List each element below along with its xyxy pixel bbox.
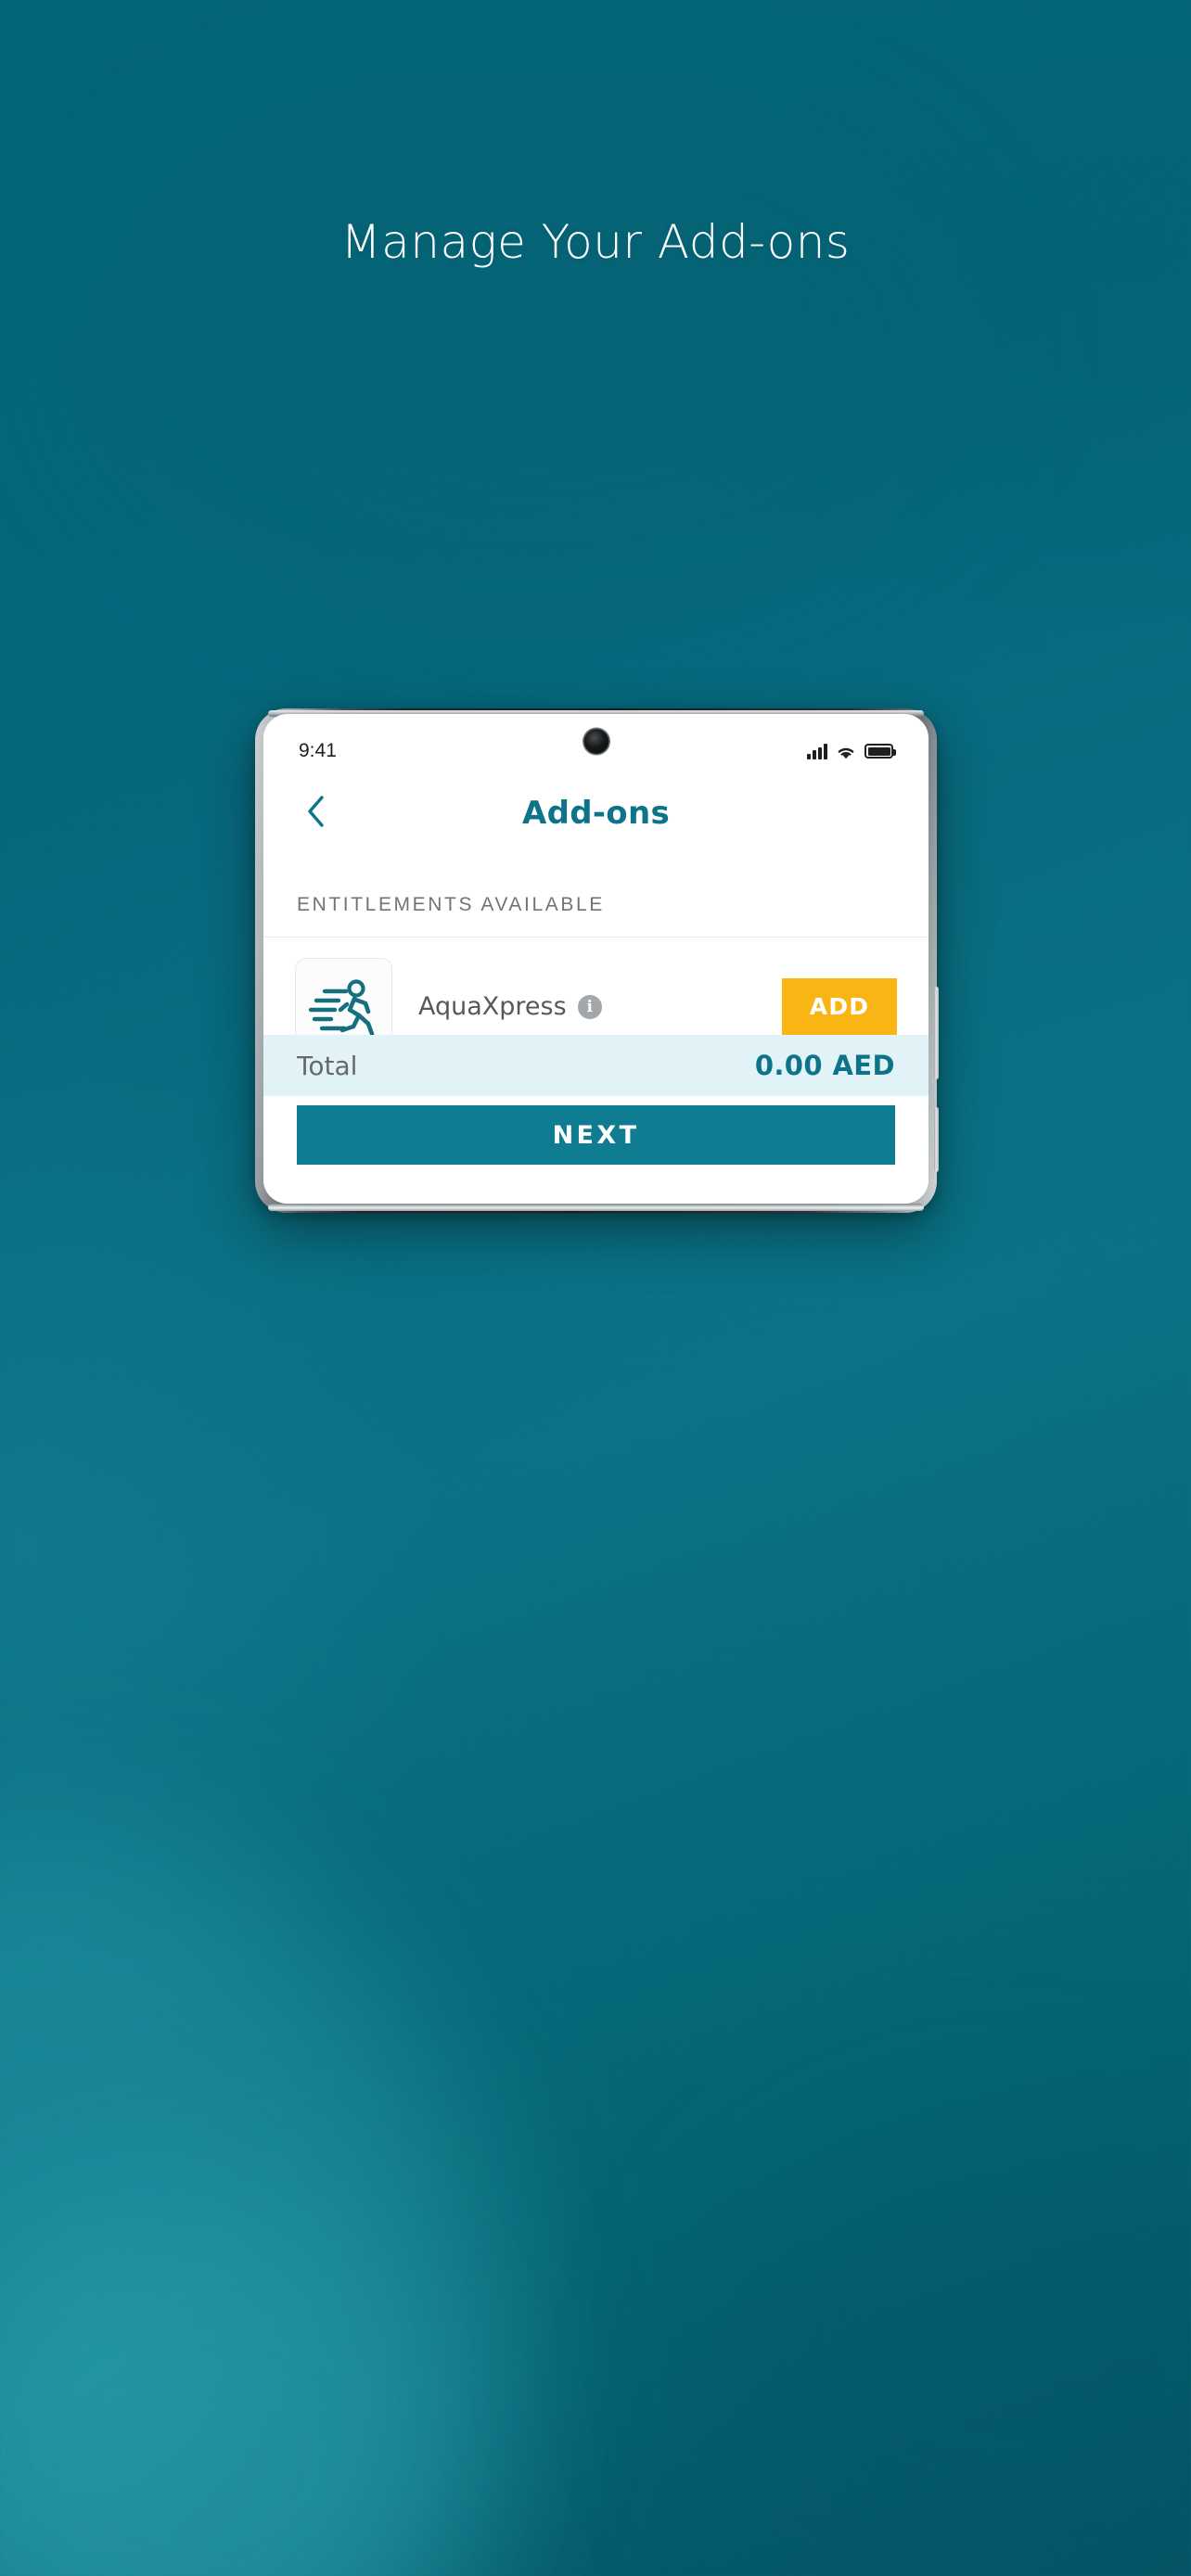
- cellular-signal-icon: [807, 743, 827, 759]
- page-header-title: Add-ons: [521, 795, 670, 832]
- phone-power-button[interactable]: [934, 1107, 939, 1172]
- background-swirl-left: [0, 1697, 660, 2576]
- addon-name: AquaXpress: [418, 991, 567, 1021]
- section-header-entitlements: ENTITLEMENTS AVAILABLE: [297, 894, 605, 915]
- next-button[interactable]: NEXT: [297, 1105, 895, 1165]
- total-amount: 0.00 AED: [754, 1050, 895, 1081]
- battery-full-icon: [864, 744, 896, 759]
- running-person-speed-icon: [307, 975, 381, 1039]
- status-bar-time: 9:41: [299, 740, 337, 761]
- phone-device-mockup: 9:41 Add-ons ENTITLEMENTS AVAILABLE Aqua…: [255, 708, 939, 1213]
- total-label: Total: [297, 1050, 358, 1081]
- status-bar-icons: [807, 743, 896, 759]
- page-title: Manage Your Add-ons: [340, 215, 851, 269]
- addon-info: AquaXpress i: [392, 990, 782, 1023]
- info-icon[interactable]: i: [577, 994, 602, 1019]
- phone-volume-button[interactable]: [934, 987, 939, 1079]
- add-button[interactable]: ADD: [782, 977, 897, 1036]
- nav-bar: Add-ons: [263, 775, 928, 851]
- background-swirl-top: [111, 111, 946, 593]
- total-bar: Total 0.00 AED: [263, 1035, 928, 1096]
- front-camera-punch-hole: [583, 729, 608, 754]
- wifi-icon: [836, 744, 856, 759]
- background-swirl-bottom-right: [705, 2133, 1191, 2576]
- phone-screen: 9:41 Add-ons ENTITLEMENTS AVAILABLE Aqua…: [263, 714, 928, 1204]
- footer-bar: NEXT: [263, 1096, 928, 1204]
- background-swirl-bottom-left: [0, 2090, 560, 2576]
